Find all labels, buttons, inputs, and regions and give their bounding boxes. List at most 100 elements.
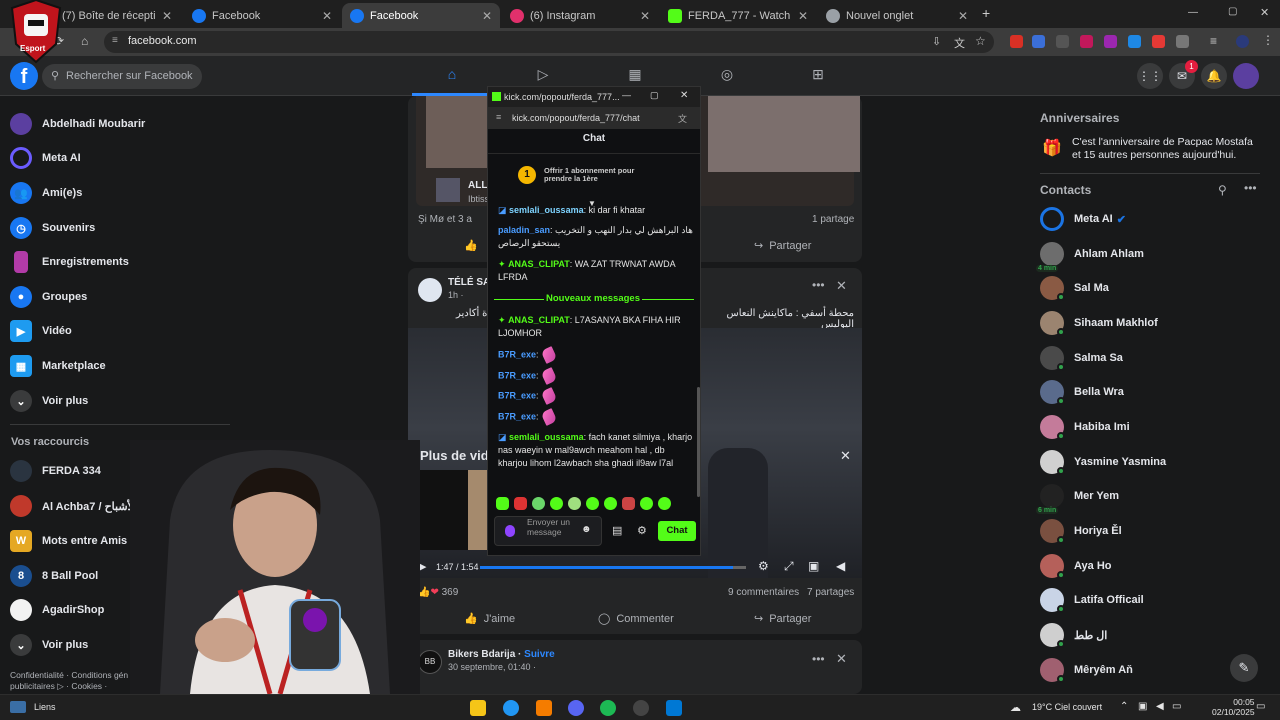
- sidebar-item-profile[interactable]: Abdelhadi Moubarir: [10, 109, 230, 139]
- emote-icon[interactable]: [514, 497, 527, 510]
- emote-icon[interactable]: [658, 497, 671, 510]
- close-icon[interactable]: ✕: [640, 9, 650, 23]
- extension-icon[interactable]: [1152, 35, 1165, 48]
- fullscreen-icon[interactable]: ⤢: [784, 559, 794, 574]
- comment-button[interactable]: ◯ Commenter: [598, 612, 674, 626]
- reactions-summary[interactable]: 👍❤ 369: [418, 587, 458, 598]
- close-icon[interactable]: ✕: [680, 90, 688, 101]
- page-name[interactable]: Bikers Bdarija: [448, 649, 515, 660]
- contact-item[interactable]: Horiya Ěl: [1040, 516, 1260, 546]
- follow-link[interactable]: Suivre: [524, 649, 555, 660]
- shares-count[interactable]: 1 partage: [812, 214, 854, 225]
- contact-item[interactable]: Sal Ma: [1040, 273, 1260, 303]
- facebook-logo[interactable]: f: [10, 62, 38, 90]
- contact-item[interactable]: Bella Wra: [1040, 377, 1260, 407]
- more-options-icon[interactable]: •••: [812, 652, 825, 666]
- menu-kebab-icon[interactable]: ⋮: [1262, 33, 1274, 47]
- emote-icon[interactable]: [532, 497, 545, 510]
- emote-icon[interactable]: [586, 497, 599, 510]
- tab-facebook-2[interactable]: Facebook ✕: [342, 3, 500, 28]
- close-icon[interactable]: ✕: [836, 278, 847, 294]
- contact-item[interactable]: Salma Sa: [1040, 343, 1260, 373]
- maximize-icon[interactable]: ▢: [1228, 6, 1237, 17]
- obs-icon[interactable]: [633, 700, 649, 716]
- account-avatar[interactable]: [1233, 63, 1259, 89]
- chat-username[interactable]: B7R_exe: [498, 370, 536, 380]
- sidebar-item-memories[interactable]: ◷ Souvenirs: [10, 213, 230, 243]
- url-field[interactable]: ≡ facebook.com: [104, 31, 994, 53]
- emote-icon[interactable]: [640, 497, 653, 510]
- close-icon[interactable]: ✕: [958, 9, 968, 23]
- emote-icon[interactable]: [622, 497, 635, 510]
- contact-item[interactable]: 4 min Ahlam Ahlam: [1036, 239, 1260, 272]
- spotify-icon[interactable]: [600, 700, 616, 716]
- chat-username[interactable]: semlali_oussama: [509, 205, 584, 215]
- video-progress-track[interactable]: [480, 566, 746, 569]
- site-info-icon[interactable]: ≡: [112, 35, 118, 46]
- contact-item[interactable]: Sihaam Makhlof: [1040, 308, 1260, 338]
- maximize-icon[interactable]: ▢: [650, 90, 659, 101]
- chrome-icon[interactable]: [503, 700, 519, 716]
- sidebar-item-meta-ai[interactable]: Meta AI: [10, 143, 230, 173]
- more-options-icon[interactable]: •••: [1244, 181, 1257, 195]
- store-icon[interactable]: ▤: [612, 524, 622, 537]
- sidebar-item-friends[interactable]: 👥 Ami(e)s: [10, 178, 230, 208]
- marketplace-nav-icon[interactable]: ▦: [615, 66, 655, 86]
- tray-icon[interactable]: ▣: [1138, 701, 1147, 712]
- close-icon[interactable]: ✕: [162, 9, 172, 23]
- emote-icon[interactable]: [550, 497, 563, 510]
- groups-nav-icon[interactable]: ◎: [707, 66, 747, 86]
- tab-facebook-1[interactable]: Facebook ✕: [184, 3, 340, 28]
- file-explorer-icon[interactable]: [470, 700, 486, 716]
- site-info-icon[interactable]: ≡: [496, 112, 501, 122]
- contact-item[interactable]: ال طط: [1040, 620, 1260, 650]
- emote-icon[interactable]: [496, 497, 509, 510]
- close-icon[interactable]: ✕: [836, 651, 847, 667]
- mic-icon[interactable]: [505, 525, 515, 537]
- chat-username[interactable]: B7R_exe: [498, 411, 536, 421]
- minimize-icon[interactable]: —: [1188, 7, 1198, 18]
- sidebar-item-video[interactable]: ▶ Vidéo: [10, 316, 230, 346]
- settings-gear-icon[interactable]: ⚙: [637, 524, 647, 537]
- page-avatar[interactable]: [418, 278, 442, 302]
- contact-item[interactable]: Mêryêm Aň: [1040, 655, 1260, 685]
- clock[interactable]: 00:05 02/10/2025: [1212, 697, 1255, 717]
- video-thumbnail[interactable]: [468, 470, 488, 550]
- video-nav-icon[interactable]: ▷: [523, 66, 563, 86]
- minimize-icon[interactable]: —: [622, 90, 631, 100]
- birthday-text[interactable]: C'est l'anniversaire de Pacpac Mostafa e…: [1072, 136, 1262, 162]
- sub-gift-banner[interactable]: Offrir 1 abonnement pour prendre la 1ère: [544, 167, 634, 183]
- chat-username[interactable]: B7R_exe: [498, 390, 536, 400]
- extension-icon[interactable]: [1010, 35, 1023, 48]
- network-icon[interactable]: ▭: [1172, 701, 1181, 712]
- tray-chevron-icon[interactable]: ⌃: [1120, 701, 1128, 712]
- profile-avatar[interactable]: [1236, 35, 1249, 48]
- discord-icon[interactable]: [568, 700, 584, 716]
- sidebar-item-saved[interactable]: Enregistrements: [10, 247, 230, 277]
- volume-icon[interactable]: ◀: [836, 559, 845, 573]
- chat-username[interactable]: B7R_exe: [498, 349, 536, 359]
- page-avatar[interactable]: BB: [418, 650, 442, 674]
- extension-icon[interactable]: [1056, 35, 1069, 48]
- contact-item[interactable]: Meta AI ✔: [1040, 204, 1260, 234]
- new-tab-button[interactable]: +: [982, 5, 990, 21]
- contact-item[interactable]: Latifa Officail: [1040, 585, 1260, 615]
- chat-input[interactable]: Envoyer un message ☻: [494, 516, 602, 546]
- close-icon[interactable]: ✕: [798, 9, 808, 23]
- chat-username[interactable]: paladin_san: [498, 225, 550, 235]
- home-icon[interactable]: ⌂: [81, 34, 88, 48]
- sidebar-see-more[interactable]: ⌄ Voir plus: [10, 386, 230, 416]
- install-icon[interactable]: ⇩: [932, 35, 941, 48]
- translate-icon[interactable]: 文: [678, 112, 687, 125]
- emote-icon[interactable]: [604, 497, 617, 510]
- share-button[interactable]: ↪ Partager: [754, 612, 811, 626]
- bookmark-star-icon[interactable]: ☆: [975, 34, 986, 48]
- tab-new[interactable]: Nouvel onglet ✕: [818, 3, 976, 28]
- video-thumbnail[interactable]: [420, 470, 470, 550]
- contact-item[interactable]: Aya Ho: [1040, 551, 1260, 581]
- like-button[interactable]: 👍: [464, 239, 478, 252]
- gaming-nav-icon[interactable]: ⊞: [798, 66, 838, 86]
- extension-icon[interactable]: [1080, 35, 1093, 48]
- volume-icon[interactable]: ◀: [1156, 701, 1164, 712]
- notifications-bell-icon[interactable]: 🔔: [1201, 63, 1227, 89]
